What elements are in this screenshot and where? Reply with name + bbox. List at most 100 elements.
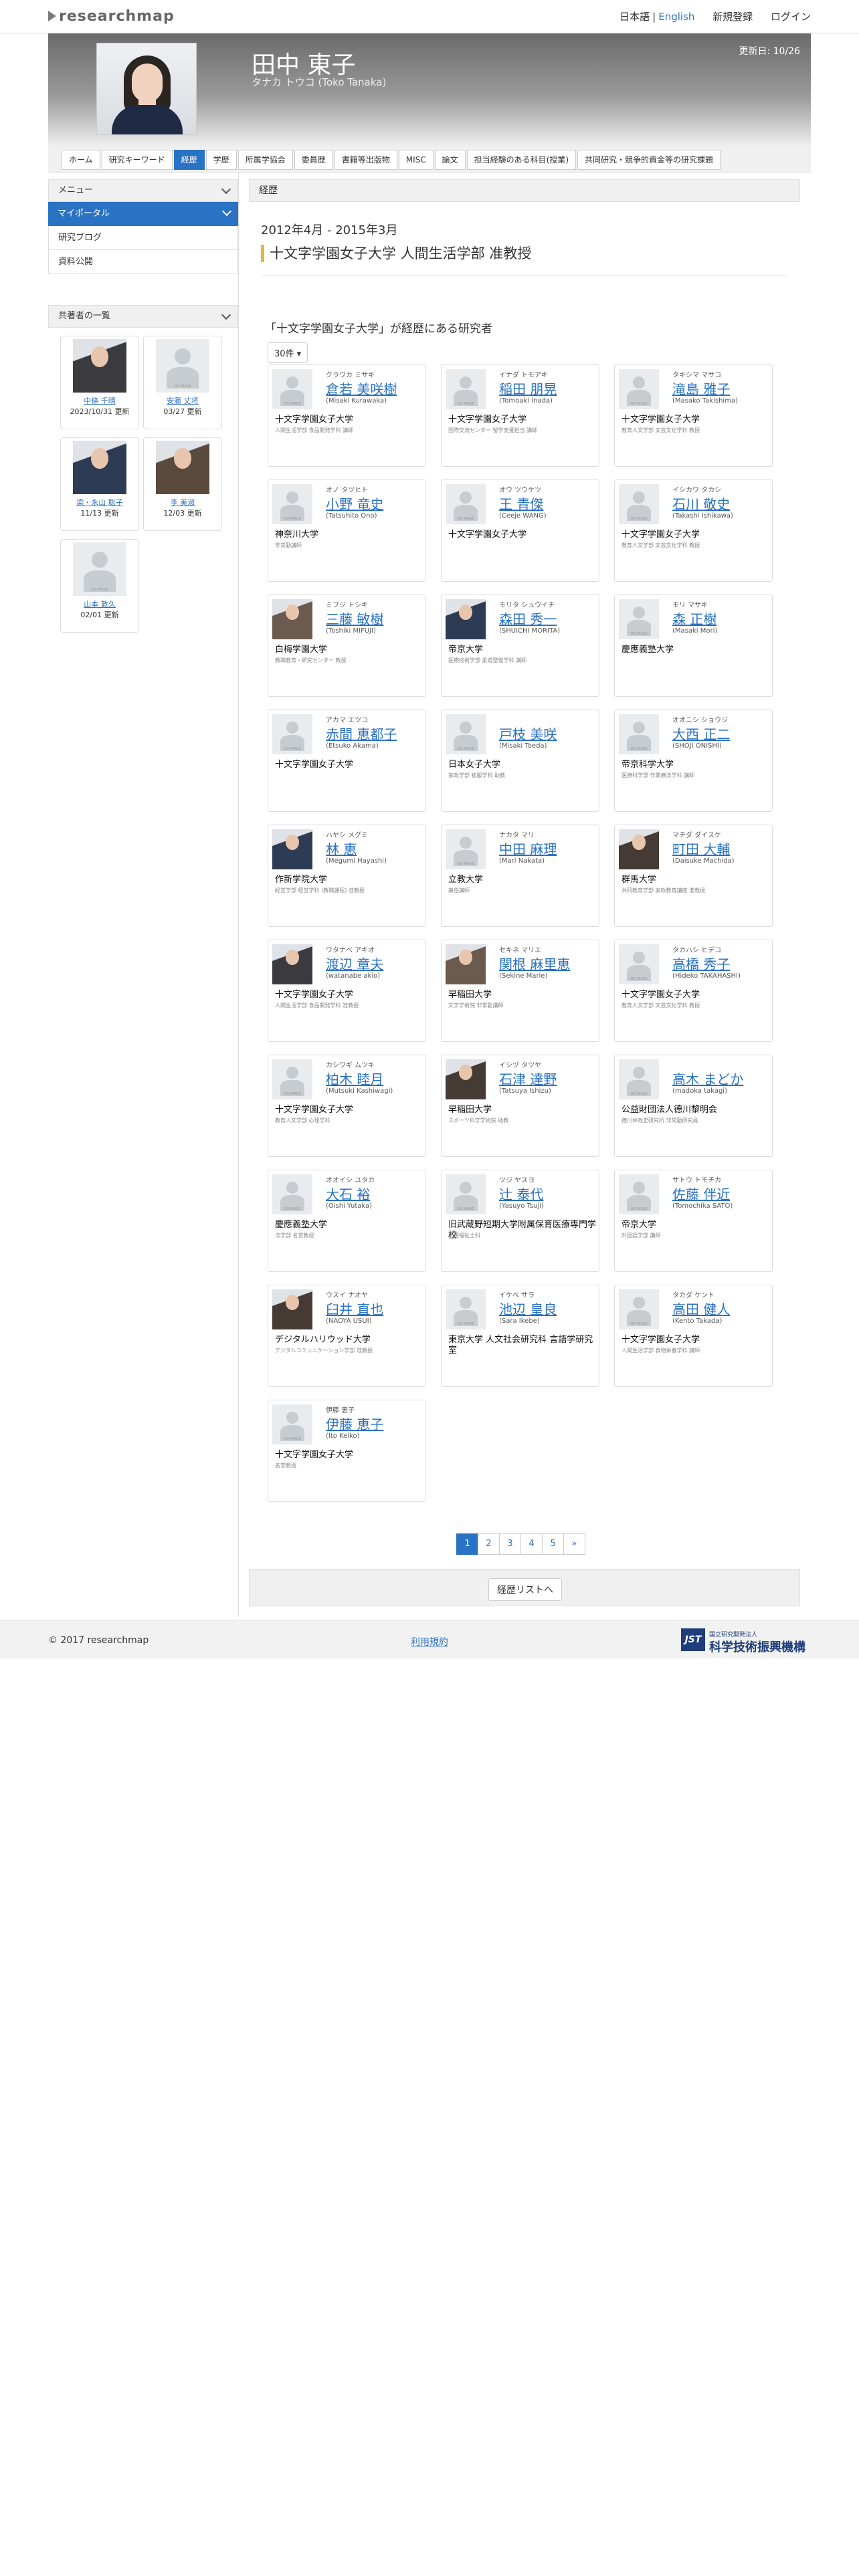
researcher-name[interactable]: 稲田 朋晃 [499, 379, 557, 398]
researcher-card[interactable]: NO IMAGE サトウ トモチカ 佐藤 伴近 (Tomochika SATO) 帝京大… [614, 1170, 773, 1272]
page-link[interactable]: » [563, 1533, 585, 1555]
coauthor-card[interactable]: 中條 千晴 2023/10/31 更新 [60, 336, 139, 429]
researcher-affiliation: 十文字学園女子大学 [622, 990, 700, 1000]
page-link[interactable]: 5 [542, 1533, 564, 1555]
researcher-name[interactable]: 高木 まどか [672, 1069, 743, 1088]
tab-item[interactable]: 共同研究・競争的資金等の研究課題 [577, 150, 721, 170]
researchmap-logo[interactable]: researchmap [48, 8, 175, 25]
tab-item[interactable]: 所属学協会 [237, 150, 293, 170]
researcher-name[interactable]: 赤間 恵都子 [326, 724, 397, 743]
researcher-department: 人間生活学部 食物栄養学科 講師 [622, 1348, 700, 1354]
researcher-card[interactable]: NO IMAGE ツジ ヤスヨ辻 泰代 (Yasuyo Tsuji) 旧武蔵野短期大学… [441, 1170, 599, 1272]
page-link[interactable]: 1 [456, 1533, 478, 1555]
researcher-card[interactable]: イシヅ タツヤ 石津 達野 (Tatsuya Ishizu) 早稲田大学 スポーツ科学学… [441, 1055, 599, 1157]
menu-header[interactable]: メニュー [48, 179, 238, 202]
tab-item[interactable]: MISC [398, 150, 434, 170]
tab-item[interactable]: 経歴 [173, 150, 205, 170]
researcher-card[interactable]: NO IMAGE クラワカ ミサキ 倉若 美咲樹 (Misaki Kurawaka) 十… [268, 364, 426, 467]
researcher-card[interactable]: ハヤシ メグミ林 恵 (Megumi Hayashi) 作新学院大学 経営学部 経営学… [268, 825, 426, 927]
researcher-card[interactable]: マチダ ダイスケ 町田 大輔 (Daisuke Machida) 群馬大学 共同教育学部… [614, 825, 773, 927]
terms-link[interactable]: 利用規約 [411, 1635, 448, 1648]
researcher-name[interactable]: 大西 正二 [672, 724, 730, 743]
researcher-card[interactable]: NO IMAGE オノ タツヒト 小野 竜史 (Tatsuhito Ono) 神奈川大学… [268, 479, 426, 582]
researcher-card[interactable]: NO IMAGE モリ マサキ森 正樹 (Masaki Mori) 慶應義塾大学 [614, 595, 773, 697]
researcher-name[interactable]: 石津 達野 [499, 1069, 557, 1088]
researcher-card[interactable]: モリタ シュウイチ 森田 秀一 (SHUICHI MORITA) 帝京大学 医療技術学部… [441, 595, 599, 697]
researcher-name[interactable]: 柏木 睦月 [326, 1069, 383, 1088]
coauthor-card[interactable]: 梁・永山 聡子 11/13 更新 [60, 437, 139, 531]
jst-logo[interactable]: JST 国立研究開発法人 科学技術振興機構 [681, 1628, 812, 1654]
researcher-name[interactable]: 戸枝 美咲 [499, 724, 557, 743]
sidebar-item-materials[interactable]: 資料公開 [48, 250, 238, 274]
my-portal-item[interactable]: マイポータル [48, 202, 238, 226]
researcher-name[interactable]: 伊藤 恵子 [326, 1414, 383, 1433]
researcher-name[interactable]: 森 正樹 [672, 609, 717, 628]
researcher-name[interactable]: 王 青傑 [499, 494, 543, 513]
researcher-card[interactable]: NO IMAGE アカマ エツコ 赤間 恵都子 (Etsuko Akama) 十文字学園… [268, 710, 426, 812]
tab-item[interactable]: 学歴 [205, 150, 237, 170]
page-link[interactable]: 4 [520, 1533, 543, 1555]
researcher-card[interactable]: ワタナベ アキオ 渡辺 章夫 (watanabe akio) 十文字学園女子大学 人間生… [268, 940, 426, 1042]
tab-item[interactable]: 委員歴 [294, 150, 333, 170]
researcher-card[interactable]: ミフジ トシキ 三藤 敏樹 (Toshiki MIFUJI) 白梅学園大学 教職教育・研… [268, 595, 426, 697]
coauthor-name[interactable]: 安藤 丈将 [144, 395, 221, 406]
researcher-name[interactable]: 林 恵 [326, 839, 357, 858]
lang-en-link[interactable]: English [658, 11, 694, 23]
researcher-card[interactable]: NO IMAGE オオニシ ショウジ 大西 正二 (SHOJI ONISHI) 帝京科学… [614, 710, 773, 812]
researcher-name[interactable]: 大石 裕 [326, 1184, 370, 1203]
researcher-card[interactable]: NO IMAGE イケベ サラ 池辺 皇良 (Sara Ikebe) 東京大学 人文社会… [441, 1285, 599, 1387]
researcher-name[interactable]: 森田 秀一 [499, 609, 557, 628]
researcher-card[interactable]: NO IMAGE 伊藤 恵子 伊藤 恵子 (Ito Keiko) 十文字学園女子大学 名誉… [268, 1400, 426, 1502]
career-list-button[interactable]: 経歴リストへ [488, 1578, 562, 1601]
researcher-name[interactable]: 臼井 直也 [326, 1299, 383, 1318]
coauthor-card[interactable]: 李 美淑 12/03 更新 [143, 437, 222, 531]
researcher-card[interactable]: NO IMAGE イナダ トモアキ 稲田 朋晃 (Tomoaki Inada) 十文字学… [441, 364, 599, 467]
researcher-name[interactable]: 滝島 雅子 [672, 379, 730, 398]
researcher-name[interactable]: 渡辺 章夫 [326, 954, 383, 973]
tab-item[interactable]: 担当経験のある科目(授業) [466, 150, 577, 170]
researcher-name[interactable]: 高橋 秀子 [672, 954, 730, 973]
page-link[interactable]: 3 [499, 1533, 521, 1555]
researcher-card[interactable]: NO IMAGE 戸枝 美咲 (Misaki Toeda) 日本女子大学 家政学部 被服… [441, 710, 599, 812]
terms-link-text[interactable]: 利用規約 [411, 1637, 448, 1648]
coauthor-name[interactable]: 山本 敦久 [61, 599, 138, 609]
researcher-card[interactable]: NO IMAGE ナカタ マリ 中田 麻理 (Mari Nakata) 立教大学 兼任講師 [441, 825, 599, 927]
coauthor-card[interactable]: NO IMAGE 山本 敦久 02/01 更新 [60, 539, 139, 633]
coauthor-name[interactable]: 中條 千晴 [61, 395, 138, 406]
researcher-card[interactable]: NO IMAGE カシワギ ムツキ 柏木 睦月 (Mutsuki Kashiwagi)… [268, 1055, 426, 1157]
researcher-card[interactable]: NO IMAGE タキシマ マサコ 滝島 雅子 (Masako Takishima) 十… [614, 364, 773, 467]
researcher-name[interactable]: 中田 麻理 [499, 839, 557, 858]
researcher-card[interactable]: NO IMAGE イシカワ タカシ 石川 敬史 (Takashi Ishikawa) 十… [614, 479, 773, 582]
login-link[interactable]: ログイン [771, 11, 811, 23]
researcher-name[interactable]: 辻 泰代 [499, 1184, 543, 1203]
coauthor-name[interactable]: 李 美淑 [144, 497, 221, 508]
researcher-card[interactable]: NO IMAGE タカハシ ヒデコ 高橋 秀子 (Hideko TAKAHASHI) 十… [614, 940, 773, 1042]
coauthor-name[interactable]: 梁・永山 聡子 [61, 497, 138, 508]
researcher-card[interactable]: NO IMAGE タカダ ケント 高田 健人 (Kento Takada) 十文字学園女… [614, 1285, 773, 1387]
tab-item[interactable]: 論文 [434, 150, 466, 170]
researcher-card[interactable]: NO IMAGE 高木 まどか (madoka takagi) 公益財団法人德川黎明会… [614, 1055, 773, 1157]
sidebar-item-blog[interactable]: 研究ブログ [48, 226, 238, 250]
coauthor-card[interactable]: NO IMAGE 安藤 丈将 03/27 更新 [143, 336, 222, 429]
tab-item[interactable]: 研究キーワード [101, 150, 173, 170]
researcher-name[interactable]: 池辺 皇良 [499, 1299, 557, 1318]
tab-item[interactable]: ホーム [62, 150, 100, 170]
researcher-name[interactable]: 佐藤 伴近 [672, 1184, 730, 1203]
tab-item[interactable]: 書籍等出版物 [334, 150, 397, 170]
researcher-name[interactable]: 三藤 敏樹 [326, 609, 383, 628]
researcher-card[interactable]: セキネ マリエ 関根 麻里恵 (Sekine Marie) 早稲田大学 文学学術院 非常… [441, 940, 599, 1042]
researcher-name[interactable]: 倉若 美咲樹 [326, 379, 397, 398]
researcher-name[interactable]: 小野 竜史 [326, 494, 383, 513]
coauthors-header[interactable]: 共著者の一覧 [48, 305, 238, 328]
researcher-name[interactable]: 町田 大輔 [672, 839, 730, 858]
researcher-card[interactable]: NO IMAGE オウ ツウケツ王 青傑 (Ceeje WANG) 十文字学園女子大学 [441, 479, 599, 582]
researcher-name[interactable]: 関根 麻里恵 [499, 954, 570, 973]
page-link[interactable]: 2 [478, 1533, 500, 1555]
researcher-card[interactable]: NO IMAGE オオイシ ユタカ 大石 裕 (Oishi Yutaka) 慶應義塾大学… [268, 1170, 426, 1272]
signup-link[interactable]: 新規登録 [712, 11, 753, 23]
researcher-card[interactable]: ウスイ ナオヤ 臼井 直也 (NAOYA USUI) デジタルハリウッド大学 デジタルコ… [268, 1285, 426, 1387]
per-page-select[interactable]: 30件 ▾ [268, 342, 308, 363]
researcher-name[interactable]: 高田 健人 [672, 1299, 730, 1318]
lang-ja-link[interactable]: 日本語 [619, 11, 650, 23]
researcher-name[interactable]: 石川 敬史 [672, 494, 730, 513]
